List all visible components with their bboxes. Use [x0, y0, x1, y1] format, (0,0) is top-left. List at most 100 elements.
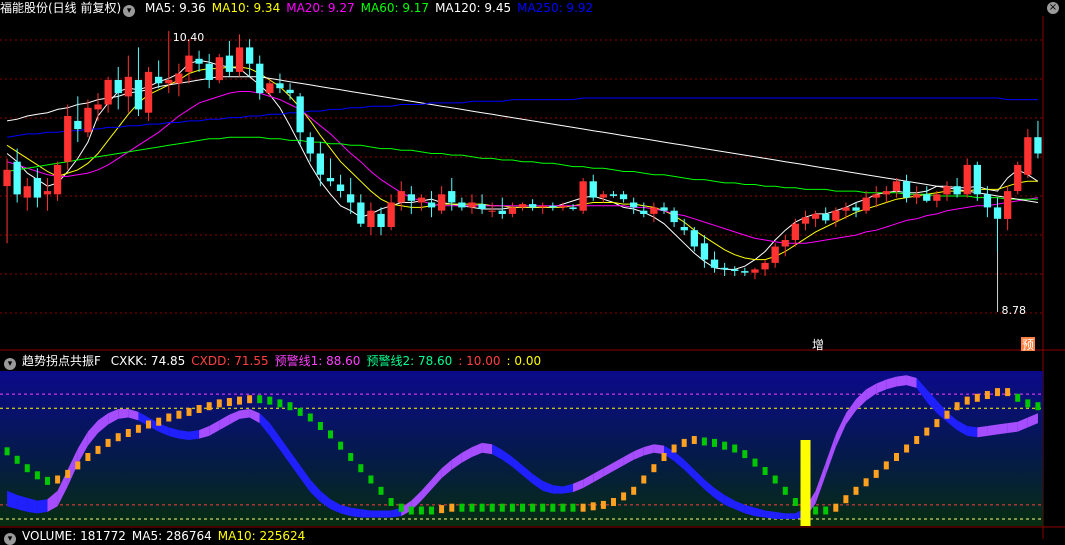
- chevron-down-icon[interactable]: ▾: [4, 358, 16, 370]
- candle: [286, 83, 294, 100]
- candle: [670, 207, 678, 227]
- ribbon-segment: [482, 442, 493, 455]
- candle: [74, 96, 82, 143]
- ribbon-segment: [350, 507, 361, 518]
- indicator-legend-item-5: : 0.00: [506, 354, 542, 368]
- close-icon[interactable]: ×: [1047, 2, 1059, 14]
- candle: [13, 148, 21, 203]
- candle-body: [124, 76, 132, 97]
- candle-body: [235, 47, 244, 72]
- candle-body: [781, 240, 789, 247]
- step-marker: [752, 458, 758, 467]
- candlesticks[interactable]: [3, 31, 1042, 312]
- candle: [195, 50, 203, 72]
- candle-body: [1034, 137, 1042, 154]
- candle-body: [731, 269, 739, 271]
- candle-body: [387, 202, 395, 227]
- step-marker: [924, 427, 930, 436]
- step-marker: [762, 467, 768, 475]
- candle-body: [155, 76, 163, 84]
- step-marker: [216, 399, 222, 408]
- candle: [276, 73, 284, 94]
- candle-body: [569, 207, 577, 209]
- ma-legend-item-3: MA60: 9.17: [360, 1, 430, 15]
- ma-line-ma10: [6, 66, 1038, 261]
- candle-body: [822, 213, 830, 221]
- candle: [144, 66, 153, 121]
- candle-body: [114, 80, 122, 94]
- step-marker: [328, 430, 333, 439]
- step-marker: [287, 402, 293, 411]
- candle-body: [1014, 164, 1022, 191]
- candle-body: [448, 191, 456, 203]
- step-marker: [944, 410, 950, 419]
- ribbon-segment: [997, 423, 1008, 435]
- step-marker: [701, 437, 707, 446]
- indicator-panel-header: ▾ 趋势拐点共振F CXKK: 74.85 CXDD: 71.55 预警线1: 88.…: [0, 353, 553, 370]
- candle-body: [518, 204, 527, 208]
- candle: [771, 243, 779, 268]
- candle: [822, 207, 830, 224]
- step-marker: [206, 402, 212, 411]
- chevron-down-icon[interactable]: ▾: [4, 533, 16, 545]
- candle-body: [690, 230, 698, 247]
- candle: [84, 99, 92, 138]
- candle-body: [458, 202, 466, 208]
- candle: [731, 266, 739, 276]
- step-marker: [833, 503, 839, 512]
- candle-body: [761, 262, 769, 270]
- candle: [316, 142, 324, 187]
- ribbon-segment: [785, 513, 796, 519]
- candle-body: [205, 63, 213, 80]
- candle: [801, 210, 810, 231]
- step-marker: [621, 492, 627, 501]
- ribbon-segment: [188, 430, 200, 441]
- ma-legend-item-4: MA120: 9.45: [435, 1, 512, 15]
- ribbon-segment: [967, 425, 978, 438]
- step-marker: [530, 503, 536, 512]
- step-marker: [115, 433, 121, 442]
- candle: [761, 259, 769, 276]
- step-marker: [368, 475, 374, 484]
- candle-body: [367, 210, 375, 227]
- step-marker: [358, 464, 364, 473]
- candle: [104, 76, 112, 113]
- ma-line-ma120: [7, 76, 1038, 203]
- candle-body: [134, 80, 143, 110]
- ribbon-segment: [381, 510, 392, 518]
- candle-body: [286, 89, 294, 94]
- ribbon-segment: [977, 425, 988, 438]
- candle: [1004, 186, 1012, 231]
- step-marker: [459, 503, 465, 512]
- candle: [306, 132, 314, 162]
- candle-body: [953, 186, 961, 195]
- candle: [640, 202, 648, 218]
- chevron-down-icon[interactable]: ▾: [123, 5, 136, 17]
- high-price-label: 10.40: [173, 31, 205, 44]
- candle-body: [559, 205, 567, 208]
- step-marker: [1025, 399, 1031, 408]
- candle: [23, 178, 31, 211]
- step-marker: [792, 498, 798, 506]
- candle-body: [923, 194, 931, 201]
- step-marker: [995, 388, 1000, 397]
- step-marker: [540, 503, 546, 512]
- candle-body: [397, 191, 405, 203]
- candle-body: [185, 55, 193, 72]
- candle-body: [609, 194, 618, 196]
- step-marker: [226, 398, 232, 406]
- step-marker: [600, 500, 606, 509]
- ribbon-segment: [1007, 421, 1018, 433]
- candle-body: [357, 202, 365, 224]
- forecast-marker: 预: [1022, 338, 1034, 352]
- step-marker: [782, 486, 788, 495]
- candle-body: [862, 197, 870, 211]
- candle-body: [660, 207, 668, 211]
- candle-body: [943, 186, 951, 195]
- increase-marker: 增: [812, 338, 824, 352]
- ribbon-segment: [552, 485, 563, 494]
- candle: [680, 218, 688, 236]
- candle-body: [842, 207, 850, 211]
- candle: [407, 186, 415, 214]
- candle: [53, 161, 62, 201]
